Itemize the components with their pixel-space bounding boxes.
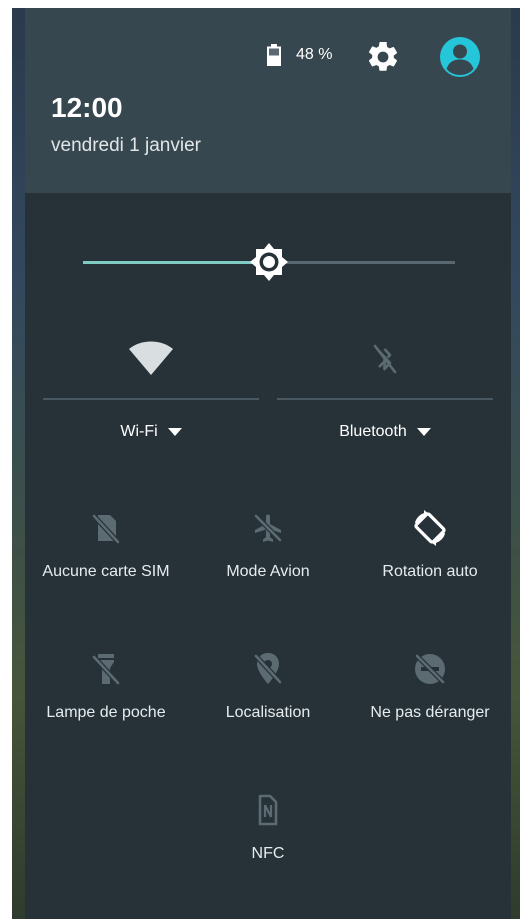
quick-settings-panel: 48 % 12:00 vendredi 1 janvier Wi-Fi Blue… bbox=[25, 8, 511, 919]
clock-time[interactable]: 12:00 bbox=[51, 92, 123, 124]
tile-divider bbox=[43, 398, 259, 400]
tile-flashlight-label: Lampe de poche bbox=[46, 704, 166, 721]
gear-icon[interactable] bbox=[365, 39, 401, 79]
tile-bluetooth[interactable]: Bluetooth bbox=[277, 333, 493, 473]
brightness-slider-fill bbox=[83, 261, 269, 264]
tile-auto-rotate-label: Rotation auto bbox=[382, 563, 478, 580]
chevron-down-icon bbox=[416, 428, 431, 436]
screen-rotation-icon bbox=[349, 508, 511, 548]
tile-do-not-disturb-label: Ne pas déranger bbox=[370, 704, 490, 721]
tile-flashlight[interactable]: Lampe de poche bbox=[25, 649, 187, 759]
brightness-icon[interactable] bbox=[249, 242, 289, 286]
do-not-disturb-icon bbox=[349, 649, 511, 689]
flashlight-off-icon bbox=[25, 649, 187, 689]
tile-divider bbox=[277, 398, 493, 400]
no-sim-icon bbox=[25, 508, 187, 548]
tile-nfc-label: NFC bbox=[251, 845, 285, 862]
chevron-down-icon bbox=[167, 428, 182, 436]
account-circle-icon[interactable] bbox=[439, 36, 481, 82]
tile-location[interactable]: Localisation bbox=[187, 649, 349, 759]
date-label[interactable]: vendredi 1 janvier bbox=[51, 135, 201, 157]
battery-percentage: 48 % bbox=[296, 46, 333, 63]
battery-icon bbox=[267, 44, 281, 70]
tile-bluetooth-label: Bluetooth bbox=[339, 423, 407, 440]
tile-nfc[interactable]: NFC bbox=[187, 790, 349, 900]
tile-wifi-label: Wi-Fi bbox=[120, 423, 158, 440]
nfc-icon bbox=[187, 790, 349, 830]
tile-bluetooth-dropdown[interactable]: Bluetooth bbox=[277, 423, 493, 441]
tile-no-sim-label: Aucune carte SIM bbox=[42, 563, 170, 580]
tile-airplane-mode[interactable]: Mode Avion bbox=[187, 508, 349, 618]
bluetooth-disabled-icon bbox=[277, 341, 493, 385]
tile-no-sim[interactable]: Aucune carte SIM bbox=[25, 508, 187, 618]
tile-wifi[interactable]: Wi-Fi bbox=[43, 333, 259, 473]
tile-location-label: Localisation bbox=[225, 704, 311, 721]
wifi-icon bbox=[43, 341, 259, 385]
tile-do-not-disturb[interactable]: Ne pas déranger bbox=[349, 649, 511, 759]
tile-airplane-mode-label: Mode Avion bbox=[226, 563, 310, 580]
airplane-icon bbox=[187, 508, 349, 548]
tile-auto-rotate[interactable]: Rotation auto bbox=[349, 508, 511, 618]
quick-settings-header: 48 % 12:00 vendredi 1 janvier bbox=[25, 8, 511, 193]
location-off-icon bbox=[187, 649, 349, 689]
tile-wifi-dropdown[interactable]: Wi-Fi bbox=[43, 423, 259, 441]
